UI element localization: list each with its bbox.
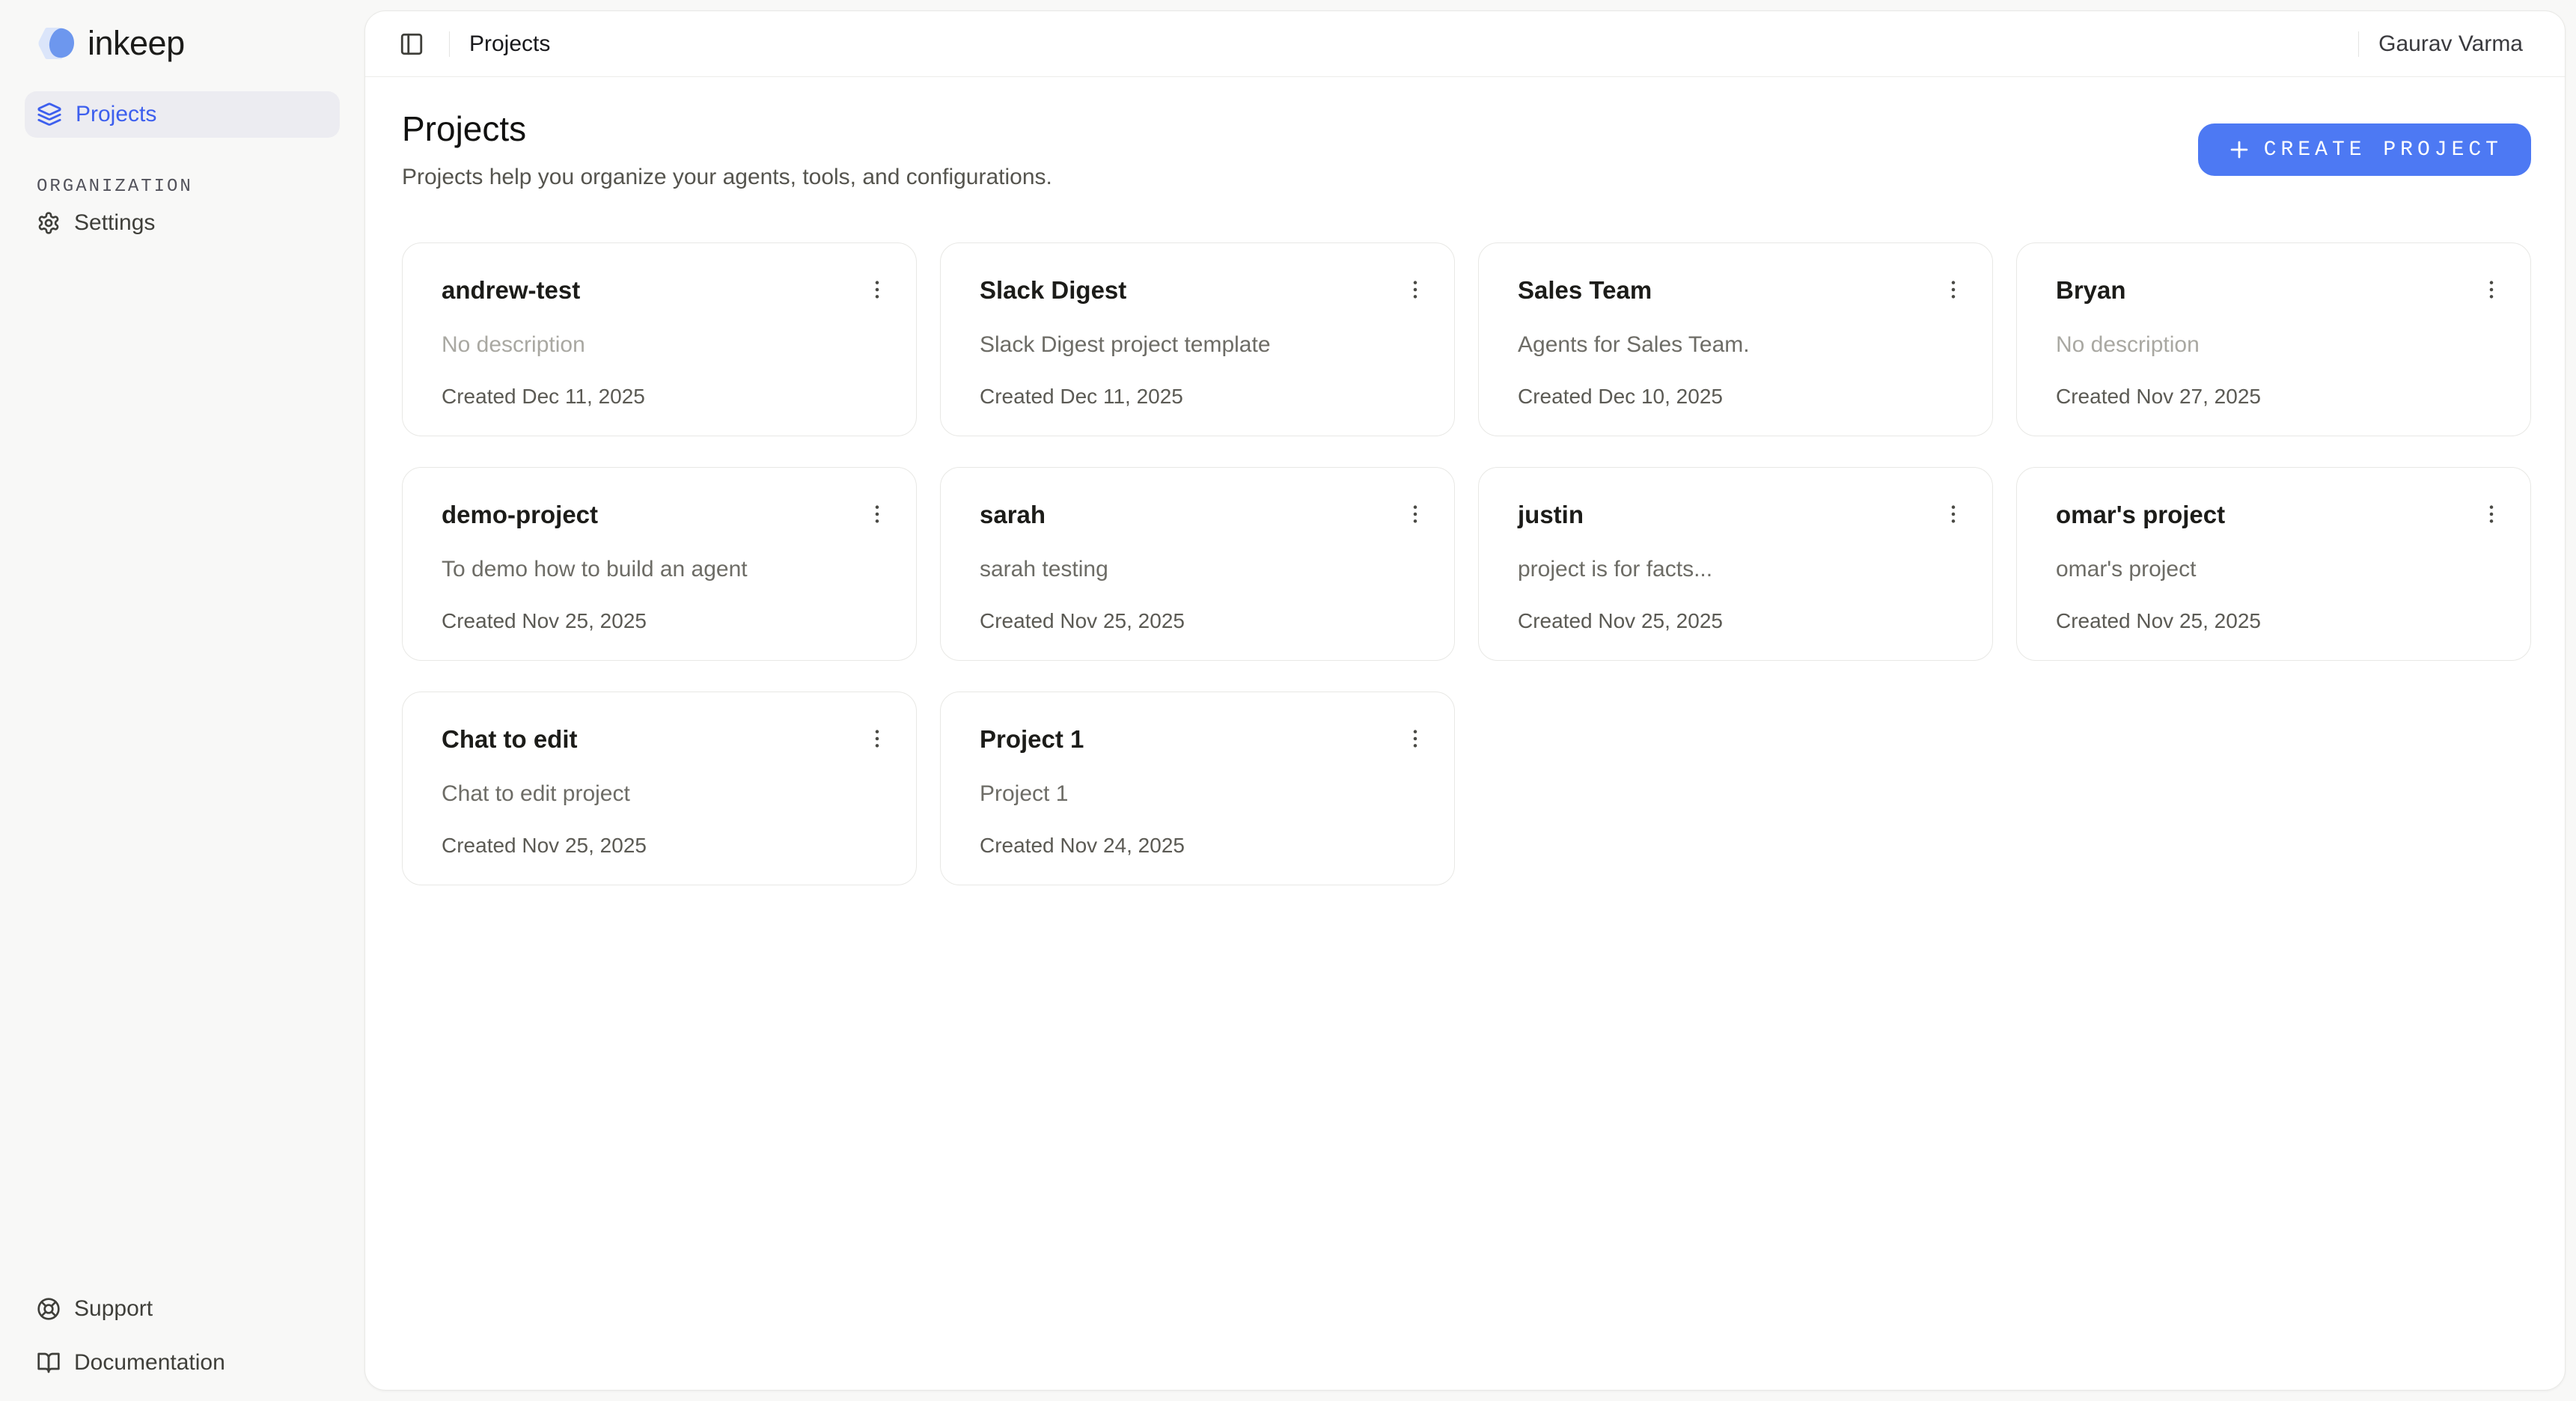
sidebar-item-projects[interactable]: Projects: [25, 91, 340, 138]
project-description: No description: [2056, 332, 2508, 358]
project-menu-button[interactable]: [1937, 273, 1970, 306]
sidebar-footer: Support Documentation: [25, 1286, 340, 1401]
user-name[interactable]: Gaurav Varma: [2378, 31, 2523, 57]
ellipsis-vertical-icon: [865, 278, 889, 302]
project-name: Sales Team: [1518, 273, 1652, 305]
project-created-date: Created Dec 11, 2025: [442, 385, 894, 409]
project-card[interactable]: Chat to edit Chat to edit project Create…: [402, 692, 917, 885]
project-menu-button[interactable]: [1399, 498, 1432, 531]
project-name: Bryan: [2056, 273, 2126, 305]
ellipsis-vertical-icon: [865, 502, 889, 526]
project-card[interactable]: Sales Team Agents for Sales Team. Create…: [1478, 242, 1993, 436]
ellipsis-vertical-icon: [2479, 502, 2503, 526]
page-subtitle: Projects help you organize your agents, …: [402, 165, 1052, 190]
project-created-date: Created Dec 11, 2025: [980, 385, 1432, 409]
project-card[interactable]: Project 1 Project 1 Created Nov 24, 2025: [940, 692, 1455, 885]
top-bar: Projects Gaurav Varma: [365, 11, 2565, 77]
ellipsis-vertical-icon: [1403, 502, 1427, 526]
sidebar-item-label: Projects: [76, 102, 156, 127]
project-name: sarah: [980, 498, 1046, 529]
sidebar-nav: Projects ORGANIZATION Settings: [25, 91, 340, 246]
project-menu-button[interactable]: [1399, 273, 1432, 306]
project-description: omar's project: [2056, 557, 2508, 582]
project-created-date: Created Nov 25, 2025: [2056, 609, 2508, 633]
header-divider: [2358, 31, 2359, 57]
project-name: andrew-test: [442, 273, 580, 305]
sidebar-item-label: Settings: [74, 210, 155, 236]
ellipsis-vertical-icon: [865, 727, 889, 751]
sidebar-item-settings[interactable]: Settings: [25, 200, 340, 246]
project-name: justin: [1518, 498, 1584, 529]
layers-icon: [37, 102, 62, 127]
project-created-date: Created Nov 25, 2025: [1518, 609, 1970, 633]
ellipsis-vertical-icon: [1403, 278, 1427, 302]
project-name: Slack Digest: [980, 273, 1126, 305]
project-card[interactable]: andrew-test No description Created Dec 1…: [402, 242, 917, 436]
project-name: omar's project: [2056, 498, 2225, 529]
brand-logo[interactable]: inkeep: [35, 24, 340, 63]
project-card[interactable]: Slack Digest Slack Digest project templa…: [940, 242, 1455, 436]
page-title: Projects: [402, 110, 1052, 148]
project-menu-button[interactable]: [861, 722, 894, 755]
sidebar-item-documentation[interactable]: Documentation: [25, 1340, 340, 1386]
projects-grid: andrew-test No description Created Dec 1…: [402, 242, 2531, 885]
sidebar-section-organization: ORGANIZATION: [37, 177, 340, 197]
project-description: sarah testing: [980, 557, 1432, 582]
project-created-date: Created Nov 27, 2025: [2056, 385, 2508, 409]
inkeep-logo-icon: [35, 25, 77, 61]
project-description: No description: [442, 332, 894, 358]
project-menu-button[interactable]: [861, 273, 894, 306]
life-buoy-icon: [37, 1297, 61, 1321]
project-description: Project 1: [980, 781, 1432, 807]
gear-icon: [37, 211, 61, 235]
project-card[interactable]: demo-project To demo how to build an age…: [402, 467, 917, 661]
plus-icon: [2226, 137, 2252, 162]
project-description: To demo how to build an agent: [442, 557, 894, 582]
sidebar-item-label: Support: [74, 1296, 153, 1322]
project-card[interactable]: sarah sarah testing Created Nov 25, 2025: [940, 467, 1455, 661]
sidebar: inkeep Projects ORGANIZATION Settings: [0, 0, 364, 1401]
project-name: Chat to edit: [442, 722, 577, 754]
project-name: demo-project: [442, 498, 598, 529]
sidebar-item-label: Documentation: [74, 1350, 225, 1376]
project-menu-button[interactable]: [861, 498, 894, 531]
create-project-label: CREATE PROJECT: [2264, 138, 2503, 162]
page-content: Projects Projects help you organize your…: [365, 77, 2565, 1390]
project-card[interactable]: Bryan No description Created Nov 27, 202…: [2016, 242, 2531, 436]
project-created-date: Created Nov 25, 2025: [442, 609, 894, 633]
sidebar-item-support[interactable]: Support: [25, 1286, 340, 1332]
project-description: project is for facts...: [1518, 557, 1970, 582]
main-panel: Projects Gaurav Varma Projects Projects …: [364, 10, 2566, 1391]
ellipsis-vertical-icon: [1941, 278, 1965, 302]
project-card[interactable]: omar's project omar's project Created No…: [2016, 467, 2531, 661]
book-open-icon: [37, 1351, 61, 1375]
project-card[interactable]: justin project is for facts... Created N…: [1478, 467, 1993, 661]
project-created-date: Created Nov 24, 2025: [980, 834, 1432, 858]
panel-left-icon: [399, 31, 424, 57]
brand-wordmark: inkeep: [88, 24, 185, 63]
ellipsis-vertical-icon: [1941, 502, 1965, 526]
create-project-button[interactable]: CREATE PROJECT: [2198, 123, 2531, 176]
project-menu-button[interactable]: [1937, 498, 1970, 531]
project-created-date: Created Dec 10, 2025: [1518, 385, 1970, 409]
header-divider: [449, 31, 450, 57]
project-description: Agents for Sales Team.: [1518, 332, 1970, 358]
project-created-date: Created Nov 25, 2025: [980, 609, 1432, 633]
ellipsis-vertical-icon: [1403, 727, 1427, 751]
project-menu-button[interactable]: [2475, 498, 2508, 531]
content-header: Projects Projects help you organize your…: [402, 110, 2531, 190]
project-description: Slack Digest project template: [980, 332, 1432, 358]
ellipsis-vertical-icon: [2479, 278, 2503, 302]
project-menu-button[interactable]: [2475, 273, 2508, 306]
sidebar-toggle-button[interactable]: [394, 26, 430, 62]
breadcrumb: Projects: [469, 31, 550, 57]
project-description: Chat to edit project: [442, 781, 894, 807]
project-name: Project 1: [980, 722, 1084, 754]
project-menu-button[interactable]: [1399, 722, 1432, 755]
project-created-date: Created Nov 25, 2025: [442, 834, 894, 858]
